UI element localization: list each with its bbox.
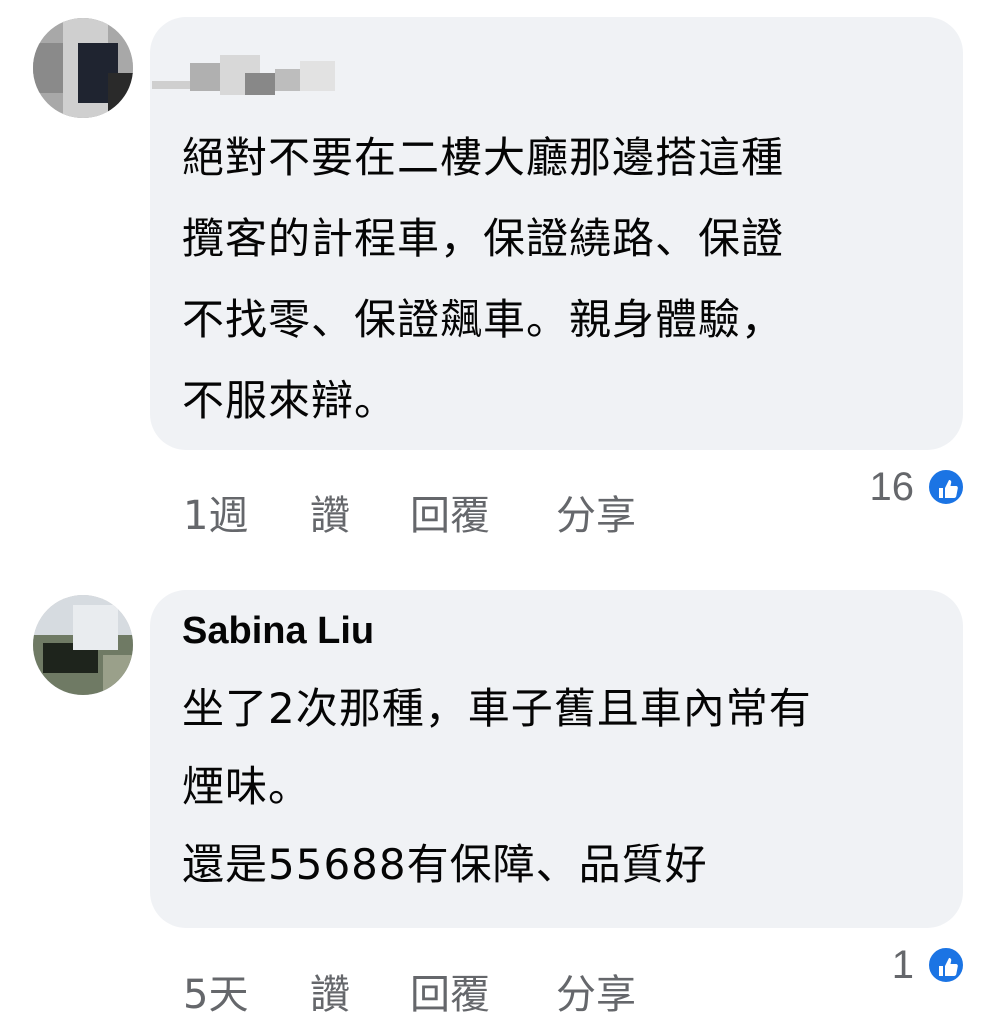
reply-button[interactable]: 回覆 bbox=[410, 962, 490, 1020]
author-name[interactable]: Sabina Liu bbox=[182, 610, 374, 653]
comment-bubble: 絕對不要在二樓大廳那邊搭這種 攬客的計程車，保證繞路、保證 不找零、保證飆車。親… bbox=[150, 17, 963, 450]
avatar[interactable] bbox=[33, 18, 133, 118]
like-count: 16 bbox=[869, 465, 915, 509]
comment-time[interactable]: 1週 bbox=[183, 483, 248, 541]
comment-1: 絕對不要在二樓大廳那邊搭這種 攬客的計程車，保證繞路、保證 不找零、保證飆車。親… bbox=[0, 0, 994, 560]
comment-text: 絕對不要在二樓大廳那邊搭這種 攬客的計程車，保證繞路、保證 不找零、保證飆車。親… bbox=[182, 133, 785, 425]
comment-text: 坐了2次那種，車子舊且車內常有 煙味。 還是55688有保障、品質好 bbox=[182, 684, 812, 889]
reaction-summary[interactable]: 16 bbox=[846, 465, 966, 509]
comment-bubble: Sabina Liu 坐了2次那種，車子舊且車內常有 煙味。 還是55688有保… bbox=[150, 590, 963, 928]
comment-time[interactable]: 5天 bbox=[183, 962, 248, 1020]
like-button[interactable]: 讚 bbox=[310, 962, 350, 1020]
share-button[interactable]: 分享 bbox=[556, 962, 636, 1020]
share-button[interactable]: 分享 bbox=[556, 483, 636, 541]
like-thumb-icon bbox=[926, 945, 966, 985]
like-button[interactable]: 讚 bbox=[310, 483, 350, 541]
like-count: 1 bbox=[891, 943, 914, 987]
comment-2: Sabina Liu 坐了2次那種，車子舊且車內常有 煙味。 還是55688有保… bbox=[0, 560, 994, 1024]
author-name-blurred[interactable] bbox=[150, 33, 340, 95]
reply-button[interactable]: 回覆 bbox=[410, 483, 490, 541]
avatar[interactable] bbox=[33, 595, 133, 695]
like-thumb-icon bbox=[926, 467, 966, 507]
reaction-summary[interactable]: 1 bbox=[866, 943, 966, 987]
